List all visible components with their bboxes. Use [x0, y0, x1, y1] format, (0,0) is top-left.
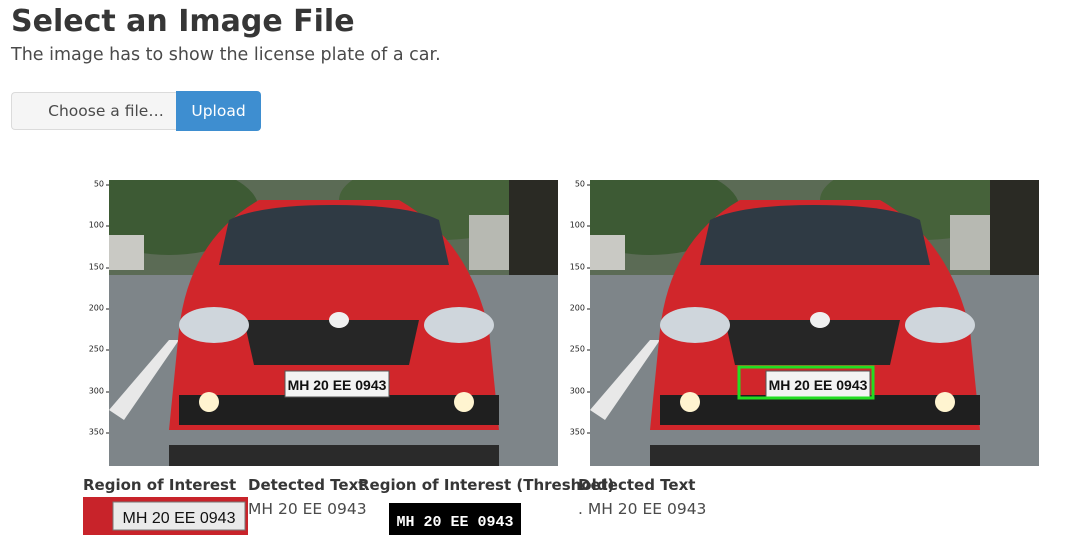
roi-threshold-plate-text: MH 20 EE 0943 — [396, 514, 513, 531]
roi-detected-text: MH 20 EE 0943 — [248, 500, 367, 518]
choose-file-button[interactable]: Choose a file… — [11, 92, 176, 130]
plot-right-y-axis: 50 100 150 200 250 300 350 — [564, 179, 591, 466]
upload-button[interactable]: Upload — [176, 91, 261, 131]
y-tick: 350 — [569, 427, 591, 437]
threshold-detected-text: . MH 20 EE 0943 — [578, 500, 707, 518]
y-tick: 350 — [88, 427, 110, 437]
upload-form: Choose a file… Upload — [11, 91, 261, 132]
y-tick: 100 — [88, 220, 110, 230]
roi-text-caption: Detected Text — [248, 476, 366, 494]
car-image-detected: MH 20 EE 0943 — [590, 180, 1039, 466]
y-tick: 300 — [88, 386, 110, 396]
plot-left-y-axis: 50 100 150 200 250 300 350 — [83, 179, 110, 466]
roi-threshold-caption: Region of Interest (Threshold) — [358, 476, 615, 494]
y-tick: 100 — [569, 220, 591, 230]
threshold-text-caption: Detected Text — [578, 476, 696, 494]
roi-threshold-image: MH 20 EE 0943 — [389, 503, 521, 535]
y-tick: 200 — [569, 303, 591, 313]
y-tick: 50 — [574, 179, 591, 189]
plate-text-original: MH 20 EE 0943 — [288, 377, 387, 393]
y-tick: 150 — [569, 262, 591, 272]
roi-caption: Region of Interest — [83, 476, 237, 494]
roi-plate-text: MH 20 EE 0943 — [123, 510, 236, 527]
car-image-original: MH 20 EE 0943 — [109, 180, 558, 466]
y-tick: 200 — [88, 303, 110, 313]
y-tick: 150 — [88, 262, 110, 272]
roi-crop-image: MH 20 EE 0943 — [83, 497, 248, 535]
y-tick: 250 — [88, 344, 110, 354]
page-subtitle: The image has to show the license plate … — [11, 45, 441, 65]
page-title: Select an Image File — [11, 4, 355, 39]
y-tick: 300 — [569, 386, 591, 396]
y-tick: 50 — [93, 179, 110, 189]
plate-text-detected: MH 20 EE 0943 — [769, 377, 868, 393]
y-tick: 250 — [569, 344, 591, 354]
